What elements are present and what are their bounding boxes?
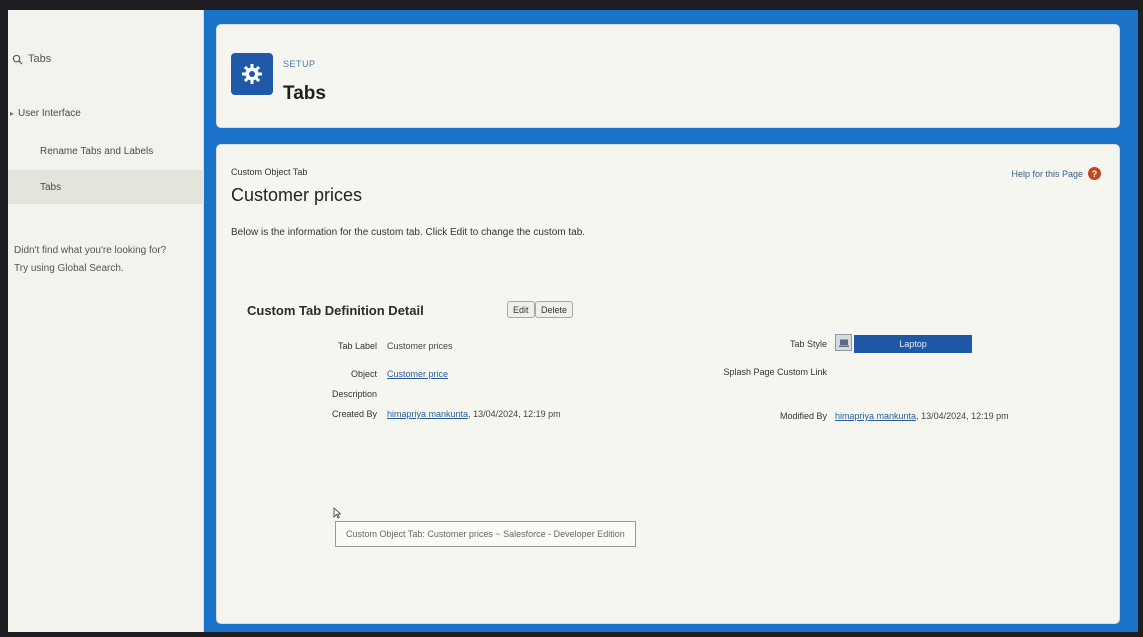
page-header: SETUP Tabs bbox=[216, 24, 1120, 128]
help-link-label[interactable]: Help for this Page bbox=[1011, 169, 1083, 179]
help-line-2[interactable]: Try using Global Search. bbox=[14, 260, 200, 278]
laptop-icon bbox=[838, 339, 849, 347]
delete-button[interactable]: Delete bbox=[535, 301, 574, 318]
created-by-user-link[interactable]: himapriya mankunta bbox=[387, 409, 468, 419]
search-help-text: Didn't find what you're looking for? Try… bbox=[14, 242, 200, 278]
tab-label-label: Tab Label bbox=[337, 341, 377, 351]
sidebar-item-label: Tabs bbox=[40, 181, 62, 193]
page-description: Below is the information for the custom … bbox=[231, 227, 586, 238]
tab-style-swatch bbox=[835, 334, 852, 351]
edit-button[interactable]: Edit bbox=[507, 301, 535, 318]
tab-style-label: Tab Style bbox=[789, 339, 827, 349]
main-area: SETUP Tabs Custom Object Tab Customer pr… bbox=[204, 10, 1138, 632]
page-title: Tabs bbox=[283, 83, 326, 104]
record-type-label: Custom Object Tab bbox=[231, 167, 308, 177]
tab-detail-card: Custom Object Tab Customer prices Help f… bbox=[216, 144, 1120, 624]
splash-page-label: Splash Page Custom Link bbox=[723, 367, 827, 377]
setup-icon-tile bbox=[231, 53, 273, 95]
cursor-icon bbox=[333, 507, 341, 519]
sidebar-item-tabs[interactable]: Tabs bbox=[8, 170, 204, 204]
quick-find-search[interactable]: Tabs bbox=[10, 48, 200, 70]
help-line-1: Didn't find what you're looking for? bbox=[14, 245, 167, 256]
setup-breadcrumb: SETUP bbox=[283, 59, 316, 69]
created-by-value: himapriya mankunta, 13/04/2024, 12:19 pm bbox=[387, 409, 561, 419]
modified-by-date: 13/04/2024, 12:19 pm bbox=[921, 411, 1009, 421]
setup-sidebar: Tabs ▸ User Interface Rename Tabs and La… bbox=[8, 10, 204, 632]
chevron-right-icon: ▸ bbox=[10, 109, 15, 118]
gear-icon bbox=[242, 64, 262, 84]
object-label: Object bbox=[350, 369, 377, 379]
sidebar-item-rename-tabs[interactable]: Rename Tabs and Labels bbox=[8, 134, 204, 168]
modified-by-label: Modified By bbox=[779, 411, 827, 421]
tab-style-value: Laptop bbox=[854, 335, 972, 353]
screen: Tabs ▸ User Interface Rename Tabs and La… bbox=[8, 10, 1138, 632]
created-by-date: 13/04/2024, 12:19 pm bbox=[473, 409, 561, 419]
help-icon[interactable]: ? bbox=[1088, 167, 1101, 180]
tree-item-user-interface[interactable]: ▸ User Interface bbox=[10, 108, 81, 119]
created-by-label: Created By bbox=[331, 409, 377, 419]
modified-by-value: himapriya mankunta, 13/04/2024, 12:19 pm bbox=[835, 411, 1009, 421]
help-for-page-link[interactable]: Help for this Page ? bbox=[1011, 167, 1101, 180]
description-label: Description bbox=[331, 389, 377, 399]
sidebar-item-label: Rename Tabs and Labels bbox=[40, 145, 154, 157]
search-input[interactable]: Tabs bbox=[28, 53, 51, 65]
browser-tooltip: Custom Object Tab: Customer prices ~ Sal… bbox=[335, 521, 636, 547]
tree-item-label: User Interface bbox=[18, 108, 81, 119]
modified-by-user-link[interactable]: himapriya mankunta bbox=[835, 411, 916, 421]
tab-label-value: Customer prices bbox=[387, 341, 453, 351]
search-icon bbox=[12, 54, 23, 65]
section-title: Custom Tab Definition Detail bbox=[247, 303, 424, 318]
record-title: Customer prices bbox=[231, 185, 363, 205]
object-link[interactable]: Customer price bbox=[387, 369, 448, 379]
